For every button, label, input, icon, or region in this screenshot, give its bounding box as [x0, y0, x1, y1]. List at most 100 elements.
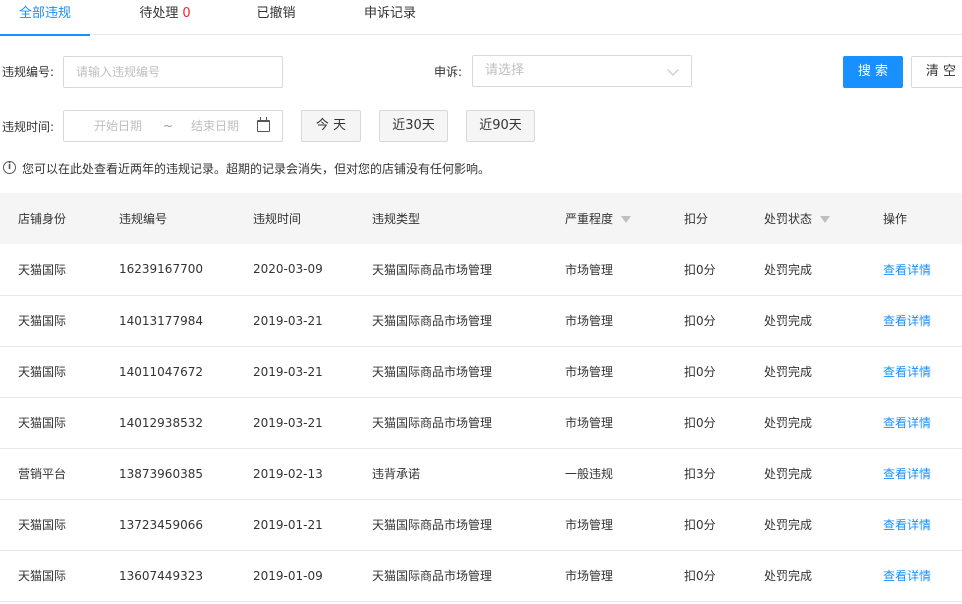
cell-deduction: 扣0分: [666, 295, 746, 347]
today-button[interactable]: 今 天: [301, 110, 361, 142]
cell-shop-identity: 营销平台: [0, 448, 101, 500]
cell-severity: 市场管理: [547, 397, 666, 449]
table-row: 天猫国际 14011047672 2019-03-21 天猫国际商品市场管理 市…: [0, 346, 962, 398]
tab-all-violations[interactable]: 全部违规: [0, 0, 90, 36]
table-row: 天猫国际 14012938532 2019-03-21 天猫国际商品市场管理 市…: [0, 397, 962, 449]
cell-penalty-status: 处罚完成: [746, 244, 865, 296]
cell-deduction: 扣0分: [666, 550, 746, 602]
cell-violation-no: 13723459066: [101, 499, 235, 551]
table-row: 营销平台 13873960385 2019-02-13 违背承诺 一般违规 扣3…: [0, 448, 962, 500]
cell-violation-type: 天猫国际商品市场管理: [354, 499, 547, 551]
cell-shop-identity: 天猫国际: [0, 346, 101, 398]
appeal-label: 申诉:: [434, 65, 463, 79]
tab-label: 全部违规: [18, 6, 71, 21]
cell-penalty-status: 处罚完成: [746, 499, 865, 551]
clear-button[interactable]: 清 空: [911, 56, 962, 88]
header-status-label: 处罚状态: [764, 212, 813, 226]
end-date-input[interactable]: 结束日期: [191, 111, 239, 141]
view-details-link[interactable]: 查看详情: [865, 499, 962, 551]
table-row: 天猫国际 16239167700 2020-03-09 天猫国际商品市场管理 市…: [0, 244, 962, 296]
cell-violation-type: 天猫国际商品市场管理: [354, 244, 547, 296]
filter-icon[interactable]: [820, 216, 831, 223]
filter-icon[interactable]: [621, 216, 632, 223]
tab-pending[interactable]: 待处理 0: [125, 0, 205, 35]
cell-deduction: 扣0分: [666, 346, 746, 398]
header-severity: 严重程度: [547, 193, 666, 244]
view-details-link[interactable]: 查看详情: [865, 550, 962, 602]
range-separator: ~: [163, 119, 174, 133]
cell-deduction: 扣3分: [666, 448, 746, 500]
cell-deduction: 扣0分: [666, 244, 746, 296]
view-details-link[interactable]: 查看详情: [865, 244, 962, 296]
cell-violation-type: 天猫国际商品市场管理: [354, 397, 547, 449]
last-90-days-button[interactable]: 近90天: [466, 110, 535, 142]
violations-table: 店铺身份 违规编号 违规时间 违规类型 严重程度 扣分 处罚状态 操作 天猫国际…: [0, 193, 962, 602]
cell-violation-no: 16239167700: [101, 244, 235, 296]
header-deduction: 扣分: [666, 193, 746, 244]
cell-violation-no: 14012938532: [101, 397, 235, 449]
cell-violation-time: 2019-03-21: [235, 295, 354, 347]
view-details-link[interactable]: 查看详情: [865, 295, 962, 347]
cell-penalty-status: 处罚完成: [746, 397, 865, 449]
header-severity-label: 严重程度: [565, 212, 614, 226]
active-tab-indicator: [0, 34, 90, 36]
view-details-link[interactable]: 查看详情: [865, 346, 962, 398]
tab-revoked[interactable]: 已撤销: [236, 0, 316, 35]
cell-violation-no: 14011047672: [101, 346, 235, 398]
cell-violation-time: 2019-03-21: [235, 397, 354, 449]
info-icon: i: [3, 161, 16, 174]
cell-penalty-status: 处罚完成: [746, 346, 865, 398]
cell-shop-identity: 天猫国际: [0, 499, 101, 551]
cell-violation-no: 14013177984: [101, 295, 235, 347]
cell-severity: 市场管理: [547, 499, 666, 551]
search-button[interactable]: 搜 索: [843, 56, 903, 88]
cell-shop-identity: 天猫国际: [0, 550, 101, 602]
cell-deduction: 扣0分: [666, 499, 746, 551]
header-violation-type: 违规类型: [354, 193, 547, 244]
cell-penalty-status: 处罚完成: [746, 550, 865, 602]
cell-violation-type: 天猫国际商品市场管理: [354, 295, 547, 347]
table-row: 天猫国际 13607449323 2019-01-09 天猫国际商品市场管理 市…: [0, 550, 962, 602]
violation-no-field: [63, 56, 283, 88]
appeal-select[interactable]: 请选择: [472, 55, 692, 87]
violation-no-input[interactable]: [64, 57, 282, 87]
appeal-select-placeholder: 请选择: [485, 63, 525, 78]
chevron-down-icon: [667, 64, 679, 76]
cell-violation-time: 2020-03-09: [235, 244, 354, 296]
retention-notice: 您可以在此处查看近两年的违规记录。超期的记录会消失，但对您的店铺没有任何影响。: [22, 162, 491, 176]
table-row: 天猫国际 13723459066 2019-01-21 天猫国际商品市场管理 市…: [0, 499, 962, 551]
header-action: 操作: [865, 193, 962, 244]
pending-count-badge: 0: [182, 6, 191, 21]
table-header-row: 店铺身份 违规编号 违规时间 违规类型 严重程度 扣分 处罚状态 操作: [0, 193, 962, 244]
cell-severity: 市场管理: [547, 244, 666, 296]
view-details-link[interactable]: 查看详情: [865, 397, 962, 449]
tab-appeal-records[interactable]: 申诉记录: [350, 0, 430, 35]
cell-severity: 市场管理: [547, 550, 666, 602]
cell-violation-time: 2019-01-21: [235, 499, 354, 551]
header-penalty-status: 处罚状态: [746, 193, 865, 244]
cell-penalty-status: 处罚完成: [746, 448, 865, 500]
cell-violation-type: 天猫国际商品市场管理: [354, 550, 547, 602]
cell-violation-time: 2019-01-09: [235, 550, 354, 602]
cell-violation-type: 天猫国际商品市场管理: [354, 346, 547, 398]
tab-label: 已撤销: [256, 6, 296, 21]
cell-violation-time: 2019-03-21: [235, 346, 354, 398]
violation-no-label: 违规编号:: [2, 65, 55, 79]
header-violation-no: 违规编号: [101, 193, 235, 244]
view-details-link[interactable]: 查看详情: [865, 448, 962, 500]
cell-shop-identity: 天猫国际: [0, 397, 101, 449]
cell-severity: 市场管理: [547, 346, 666, 398]
table-row: 天猫国际 14013177984 2019-03-21 天猫国际商品市场管理 市…: [0, 295, 962, 347]
tab-label: 待处理: [139, 6, 179, 21]
calendar-icon: [257, 117, 270, 132]
cell-deduction: 扣0分: [666, 397, 746, 449]
cell-penalty-status: 处罚完成: [746, 295, 865, 347]
cell-shop-identity: 天猫国际: [0, 244, 101, 296]
start-date-input[interactable]: 开始日期: [94, 111, 142, 141]
cell-violation-no: 13607449323: [101, 550, 235, 602]
violation-time-label: 违规时间:: [2, 120, 55, 134]
tab-bar: 全部违规 待处理 0 已撤销 申诉记录: [0, 0, 962, 36]
date-range-picker[interactable]: 开始日期 ~ 结束日期: [63, 110, 283, 142]
cell-violation-time: 2019-02-13: [235, 448, 354, 500]
last-30-days-button[interactable]: 近30天: [379, 110, 448, 142]
